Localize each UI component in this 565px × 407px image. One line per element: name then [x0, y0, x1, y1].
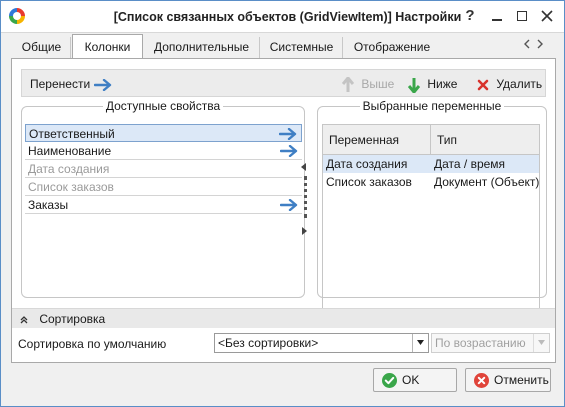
move-down-label: Ниже [427, 77, 458, 91]
selected-variables-table: Переменная Тип Дата создания Дата / врем… [322, 124, 540, 318]
property-label: Ответственный [29, 127, 115, 141]
arrow-down-icon [408, 77, 420, 93]
property-item[interactable]: Ответственный [25, 124, 302, 142]
dropdown-icon[interactable] [412, 334, 428, 352]
variable-type-cell: Дата / время [434, 157, 506, 171]
splitter-grip-icon [304, 176, 307, 218]
variable-type-cell: Документ (Объект) [434, 175, 540, 189]
sort-section-header[interactable]: Сортировка [12, 308, 555, 328]
delete-button[interactable]: Удалить [477, 76, 542, 92]
tab-scroll-left-icon[interactable] [523, 39, 531, 49]
help-icon: ? [465, 7, 475, 24]
sort-section-title: Сортировка [39, 312, 106, 326]
collapse-left-icon[interactable] [301, 163, 307, 171]
arrow-right-icon[interactable] [279, 128, 297, 140]
maximize-icon [517, 11, 527, 21]
tab-scroll-right-icon[interactable] [536, 39, 544, 49]
variable-name-cell: Дата создания [326, 157, 408, 171]
move-button-label: Перенести [30, 77, 91, 91]
cancel-button[interactable]: Отменить [465, 368, 551, 392]
cancel-x-icon [474, 373, 489, 388]
arrow-right-icon [93, 78, 111, 91]
settings-dialog: [Список связанных объектов (GridViewItem… [0, 0, 565, 407]
close-button[interactable] [536, 5, 558, 27]
move-up-label: Выше [361, 77, 395, 91]
property-item[interactable]: Заказы [25, 196, 302, 214]
column-header-type[interactable]: Тип [431, 125, 541, 155]
ok-check-icon [382, 373, 397, 388]
title-bar: [Список связанных объектов (GridViewItem… [1, 1, 564, 33]
maximize-button[interactable] [511, 5, 533, 27]
property-item[interactable]: Список заказов [25, 178, 302, 196]
column-header-variable[interactable]: Переменная [323, 125, 431, 155]
sort-select-value: <Без сортировки> [218, 336, 319, 350]
property-label: Заказы [28, 198, 69, 212]
sort-direction-select[interactable]: По возрастанию [431, 333, 550, 353]
selected-variables-group: Выбранные переменные Переменная Тип Дата… [317, 99, 547, 318]
delete-x-icon [477, 79, 489, 91]
property-label: Список заказов [28, 180, 114, 194]
property-item[interactable]: Наименование [25, 142, 302, 160]
collapse-up-icon [20, 315, 28, 324]
tab-additional[interactable]: Дополнительные [144, 37, 260, 58]
property-item[interactable]: Дата создания [25, 160, 302, 178]
toolbar: Перенести Выше Ниже Удалить [21, 69, 546, 97]
cancel-label: Отменить [494, 373, 549, 387]
tab-display[interactable]: Отображение [344, 37, 440, 58]
move-down-button[interactable]: Ниже [408, 76, 458, 93]
move-up-button[interactable]: Выше [342, 76, 394, 92]
table-row[interactable]: Список заказов Документ (Объект) [323, 173, 539, 191]
arrow-up-icon [342, 76, 354, 92]
tab-general[interactable]: Общие [13, 37, 71, 58]
help-button[interactable]: ? [459, 5, 481, 27]
variable-name-cell: Список заказов [326, 175, 412, 189]
property-label: Дата создания [28, 162, 110, 176]
dropdown-icon[interactable] [533, 334, 549, 352]
table-empty-area [323, 191, 539, 317]
arrow-right-icon[interactable] [280, 199, 298, 211]
sort-direction-value: По возрастанию [435, 336, 526, 350]
delete-label: Удалить [496, 77, 543, 91]
collapse-right-icon[interactable] [301, 227, 307, 235]
available-properties-title: Доступные свойства [102, 99, 224, 113]
close-icon [541, 10, 553, 22]
minimize-icon [492, 19, 502, 21]
property-label: Наименование [28, 144, 112, 158]
ok-label: OK [402, 373, 420, 387]
selected-variables-title: Выбранные переменные [359, 99, 505, 113]
tab-columns[interactable]: Колонки [72, 34, 143, 58]
move-button[interactable]: Перенести [30, 76, 112, 92]
sort-select[interactable]: <Без сортировки> [214, 333, 429, 353]
available-properties-list: Ответственный Наименование Дата создания… [25, 124, 302, 214]
columns-tab-page: Перенести Выше Ниже Удалить Доступные св… [11, 58, 556, 363]
arrow-right-icon[interactable] [280, 145, 298, 157]
tab-strip: Общие Колонки Дополнительные Системные О… [11, 34, 556, 58]
available-properties-group: Доступные свойства Ответственный Наимено… [21, 99, 305, 298]
minimize-button[interactable] [486, 5, 508, 27]
tab-system[interactable]: Системные [261, 37, 343, 58]
table-row[interactable]: Дата создания Дата / время [323, 155, 539, 173]
table-header: Переменная Тип [323, 125, 539, 155]
default-sort-label: Сортировка по умолчанию [18, 337, 167, 351]
ok-button[interactable]: OK [373, 368, 457, 392]
